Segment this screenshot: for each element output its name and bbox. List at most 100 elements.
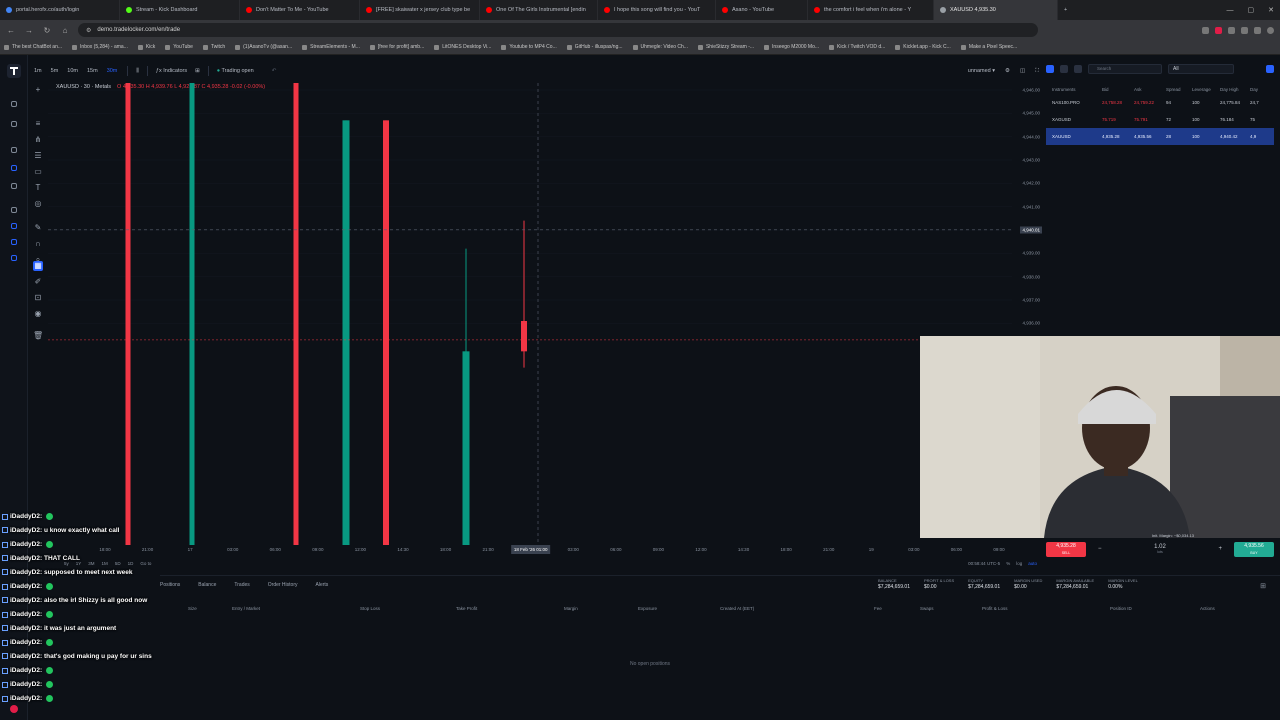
column-header[interactable]: Actions bbox=[1200, 606, 1215, 611]
watchlist-column-header[interactable]: Day High bbox=[1220, 87, 1250, 92]
bookmark-item[interactable]: LitONES Desktop Vi... bbox=[434, 44, 491, 50]
forward-icon[interactable]: → bbox=[24, 26, 34, 35]
browser-tab[interactable]: I hope this song will find you - YouT bbox=[598, 0, 716, 20]
brush-tool-icon[interactable]: ✐ bbox=[33, 277, 43, 287]
watchlist-search-input[interactable]: Search bbox=[1088, 64, 1162, 74]
bookmark-item[interactable]: StreamElements - M... bbox=[302, 44, 360, 50]
reload-icon[interactable]: ↻ bbox=[42, 26, 52, 35]
bookmark-item[interactable]: Inbox (5,284) - ama... bbox=[72, 44, 128, 50]
list-icon[interactable] bbox=[1060, 65, 1068, 73]
browser-tab[interactable]: the comfort i feel when i'm alone - Y bbox=[808, 0, 934, 20]
watchlist-row[interactable]: NAS100.PRO 24,758.28 24,759.22 94 100 24,775.… bbox=[1046, 94, 1274, 111]
new-tab-button[interactable]: + bbox=[1058, 0, 1073, 20]
extension-icon[interactable] bbox=[1215, 26, 1222, 34]
browser-tab[interactable]: [FREE] skaiwater x jersey club type be bbox=[360, 0, 480, 20]
rail-item-spaces[interactable] bbox=[4, 147, 24, 159]
rail-item-search[interactable] bbox=[4, 121, 24, 133]
bookmark-item[interactable]: Kick bbox=[137, 44, 155, 50]
bookmark-item[interactable]: Kick / Twitch VOD d... bbox=[829, 44, 885, 50]
rail-item-positions[interactable] bbox=[4, 239, 24, 251]
price-chart[interactable] bbox=[48, 83, 1012, 545]
settings-icon[interactable]: ⚙ bbox=[1005, 68, 1010, 74]
column-header[interactable]: Fee bbox=[874, 606, 882, 611]
quantity-stepper[interactable]: − 1.02 lots + bbox=[1092, 542, 1228, 556]
tab-trades[interactable]: Trades bbox=[234, 582, 249, 592]
url-input[interactable]: ⚙ demo.tradelocker.com/en/trade bbox=[78, 23, 1038, 37]
rail-item-widget[interactable] bbox=[4, 165, 24, 177]
magnet-tool-icon[interactable]: ∩ bbox=[33, 239, 43, 249]
trash-tool-icon[interactable]: 🗑 bbox=[33, 331, 43, 341]
profile-icon[interactable] bbox=[1267, 26, 1274, 34]
bookmark-item[interactable]: (1)AsanoTv (@asan... bbox=[235, 44, 292, 50]
percent-toggle[interactable]: % bbox=[1006, 561, 1010, 566]
tab-alerts[interactable]: Alerts bbox=[316, 582, 329, 592]
column-header[interactable]: Exposure bbox=[638, 606, 657, 611]
close-icon[interactable]: ✕ bbox=[1268, 6, 1274, 14]
chart-type-icon[interactable]: ⫼ bbox=[136, 68, 139, 75]
browser-tab[interactable]: One Of The Girls Instrumental [endin bbox=[480, 0, 598, 20]
bookmark-item[interactable]: [free for profit] amb... bbox=[369, 44, 424, 50]
fullscreen-icon[interactable]: ⛶ bbox=[1035, 68, 1039, 75]
eye-tool-icon[interactable]: ◉ bbox=[33, 309, 43, 319]
lock-tool-icon[interactable]: ⊡ bbox=[33, 293, 43, 303]
bookmark-item[interactable]: Twitch bbox=[202, 44, 225, 50]
trend-line-tool-icon[interactable]: ≡ bbox=[33, 119, 43, 129]
bookmark-item[interactable]: Uhmegle: Video Ch... bbox=[632, 44, 688, 50]
panel-settings-icon[interactable]: ⊞ bbox=[1260, 582, 1266, 590]
column-header[interactable]: Profit & Loss bbox=[982, 606, 1008, 611]
log-toggle[interactable]: log bbox=[1016, 561, 1022, 566]
browser-tab[interactable]: Stream - Kick Dashboard bbox=[120, 0, 240, 20]
watchlist-column-header[interactable]: Bid bbox=[1102, 87, 1134, 92]
watchlist-column-header[interactable]: Instruments bbox=[1046, 87, 1102, 92]
extension-icon[interactable] bbox=[1202, 26, 1209, 34]
bookmark-item[interactable]: Make a Pixel Speec... bbox=[960, 44, 1017, 50]
quantity-value[interactable]: 1.02 lots bbox=[1154, 544, 1166, 554]
watchlist-column-header[interactable]: Ask bbox=[1134, 87, 1166, 92]
rail-item-panels[interactable] bbox=[4, 207, 24, 219]
bookmark-item[interactable]: GitHub - illuspas/ng... bbox=[566, 44, 623, 50]
column-header[interactable]: Margin bbox=[564, 606, 578, 611]
back-icon[interactable]: ← bbox=[6, 26, 16, 35]
selected-tool-icon[interactable]: ▦ bbox=[33, 261, 43, 271]
timeframe-1m[interactable]: 1m bbox=[32, 67, 44, 75]
indicators-button[interactable]: ƒx Indicators bbox=[156, 68, 187, 74]
maximize-icon[interactable]: ▢ bbox=[1248, 6, 1255, 14]
extension-icon[interactable] bbox=[1241, 26, 1248, 34]
rectangle-tool-icon[interactable]: ▭ bbox=[33, 167, 43, 177]
timeframe-30m[interactable]: 30m bbox=[105, 67, 120, 75]
extension-icon[interactable] bbox=[1228, 26, 1235, 34]
rail-item-history[interactable] bbox=[4, 255, 24, 267]
fib-tool-icon[interactable]: ☰ bbox=[33, 151, 43, 161]
measure-tool-icon[interactable]: ◎ bbox=[33, 199, 43, 209]
watchlist-icon[interactable] bbox=[1046, 65, 1054, 73]
bookmark-item[interactable]: YouTube bbox=[165, 44, 193, 50]
watchlist-row[interactable]: XAUUSD 4,935.28 4,935.56 28 100 4,940.42 4,9 bbox=[1046, 128, 1274, 145]
home-icon[interactable]: ⌂ bbox=[60, 26, 70, 35]
timeframe-10m[interactable]: 10m bbox=[65, 67, 80, 75]
site-info-icon[interactable]: ⚙ bbox=[86, 27, 91, 34]
column-header[interactable]: Take Profit bbox=[456, 606, 477, 611]
watchlist-column-header[interactable]: Leverage bbox=[1192, 87, 1220, 92]
minimize-icon[interactable]: — bbox=[1227, 7, 1234, 14]
bookmark-item[interactable]: The best ChatBot an... bbox=[4, 44, 62, 50]
buy-button[interactable]: 4,935.56 BUY bbox=[1234, 541, 1274, 557]
layout-name-dropdown[interactable]: unnamed ▾ bbox=[968, 68, 995, 74]
watchlist-column-header[interactable]: Spread bbox=[1166, 87, 1192, 92]
decrease-qty-button[interactable]: − bbox=[1098, 546, 1102, 552]
auto-toggle[interactable]: auto bbox=[1028, 561, 1037, 566]
timeframe-5m[interactable]: 5m bbox=[49, 67, 61, 75]
browser-tab[interactable]: Asano - YouTube bbox=[716, 0, 808, 20]
bookmark-item[interactable]: Kicklet.app - Kick C... bbox=[895, 44, 951, 50]
screenshot-icon[interactable]: ◫ bbox=[1020, 68, 1025, 74]
browser-tab[interactable]: Don't Matter To Me - YouTube bbox=[240, 0, 360, 20]
undo-icon[interactable]: ↶ bbox=[272, 68, 277, 74]
column-header[interactable]: Entry / Market bbox=[232, 606, 260, 611]
columns-icon[interactable] bbox=[1074, 65, 1082, 73]
pitchfork-tool-icon[interactable]: ⋔ bbox=[33, 135, 43, 145]
rail-item-trade[interactable] bbox=[4, 101, 24, 113]
column-header[interactable]: Position ID bbox=[1110, 606, 1132, 611]
extension-icon[interactable] bbox=[1254, 26, 1261, 34]
rail-item-orders[interactable] bbox=[4, 223, 24, 235]
bookmark-item[interactable]: ShieStizzy Stream -... bbox=[697, 44, 754, 50]
bookmark-item[interactable]: Inseego M2000 Mo... bbox=[764, 44, 819, 50]
